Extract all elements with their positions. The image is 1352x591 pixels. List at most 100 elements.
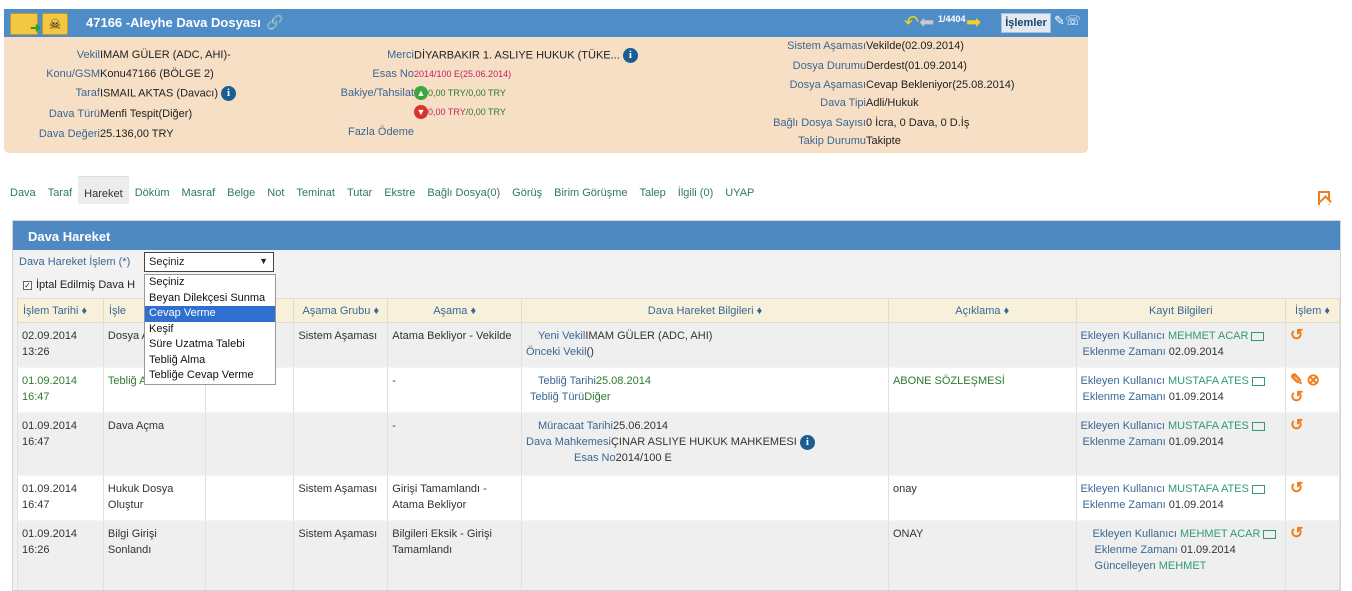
info-icon[interactable]: i: [799, 434, 815, 450]
nav-back-icons[interactable]: ↶⬅: [904, 12, 934, 32]
dava-tipi-row: Dava TipiAdli/Hukuk: [820, 97, 919, 109]
taraf-row: TarafISMAIL AKTAS (Davacı) i: [10, 86, 237, 101]
tab-12[interactable]: Birim Görüşme: [548, 176, 633, 204]
folder-export-icon[interactable]: ➜: [10, 13, 41, 35]
history-icon[interactable]: ↺: [1290, 389, 1303, 406]
history-icon[interactable]: ↺: [1290, 480, 1303, 497]
info-line: Tebliğ TürüDiğer: [530, 391, 611, 403]
dropdown-option[interactable]: Süre Uzatma Talebi: [145, 337, 275, 353]
info-icon[interactable]: i: [221, 86, 237, 101]
column-header[interactable]: İşlem Tarihi ♦: [17, 298, 104, 323]
dosya-durumu-row: Dosya DurumuDerdest(01.09.2014): [792, 60, 967, 72]
column-header[interactable]: Dava Hareket Bilgileri ♦: [521, 298, 889, 323]
page-title: 47166 -Aleyhe Dava Dosyası: [86, 15, 261, 30]
tab-15[interactable]: UYAP: [719, 176, 760, 204]
info-cell: Müracaat Tarihi25.06.2014 Dava MahkemesiÇ…: [521, 412, 889, 476]
nav-counter: 1/4404: [938, 14, 966, 24]
kayit-cell: Ekleyen Kullanıcı MEHMET ACAR Eklenme Za…: [1075, 520, 1286, 590]
info-cell: Tebliğ Tarihi25.08.2014 Tebliğ TürüDiğer: [521, 367, 889, 413]
added-time-line: Eklenme Zamanı 01.09.2014: [1082, 391, 1224, 403]
delete-icon[interactable]: ⊗: [1306, 372, 1319, 389]
dropdown-option[interactable]: Cevap Verme: [145, 306, 275, 322]
tab-5[interactable]: Belge: [221, 176, 261, 204]
header-bar: ➜ ☠ 47166 -Aleyhe Dava Dosyası 🔗 ↶⬅ 1/44…: [4, 9, 1088, 37]
column-header[interactable]: Açıklama ♦: [887, 298, 1077, 323]
fazla-odeme-row: Fazla Ödeme: [347, 126, 414, 138]
date-cell: 02.09.2014 13:26: [17, 322, 104, 368]
added-time-line: Eklenme Zamanı 01.09.2014: [1082, 499, 1224, 511]
kayit-cell: Ekleyen Kullanıcı MUSTAFA ATES Eklenme Z…: [1075, 367, 1286, 413]
iptal-checkbox[interactable]: ✓ İptal Edilmiş Dava H: [23, 279, 135, 291]
info-line: Müracaat Tarihi25.06.2014: [538, 420, 669, 432]
info-cell: Yeni VekilIMAM GÜLER (ADC, AHI) Önceki Ve…: [521, 322, 889, 368]
history-icon[interactable]: ↺: [1290, 525, 1303, 542]
tab-13[interactable]: Talep: [633, 176, 671, 204]
kayit-cell: Ekleyen Kullanıcı MUSTAFA ATES Eklenme Z…: [1075, 475, 1286, 521]
tab-10[interactable]: Bağlı Dosya(0): [421, 176, 506, 204]
empty-cell: [204, 520, 295, 590]
bakiye-row: Bakiye/Tahsilat ▲ 0,00 TRY/0,00 TRY: [340, 86, 506, 100]
tab-14[interactable]: İlgili (0): [672, 176, 719, 204]
action-cell: ↺: [1284, 475, 1340, 521]
date-cell: 01.09.2014 16:47: [17, 367, 104, 413]
info-cell: [521, 475, 889, 521]
date-cell: 01.09.2014 16:47: [17, 412, 104, 476]
mail-icon[interactable]: [1251, 484, 1265, 494]
dava-turu-row: Dava TürüMenfi Tespit(Diğer): [48, 108, 193, 120]
dropdown-option[interactable]: Tebliğ Alma: [145, 353, 275, 369]
islem-select[interactable]: Seçiniz ▼: [144, 252, 274, 272]
dropdown-option[interactable]: Seçiniz: [145, 275, 275, 291]
grup-cell: Sistem Aşaması: [293, 475, 389, 521]
dosya-asamasi-row: Dosya AşamasıCevap Bekleniyor(25.08.2014…: [789, 79, 1015, 91]
aciklama-cell: onay: [887, 475, 1077, 521]
tab-4[interactable]: Masraf: [176, 176, 222, 204]
islemler-button[interactable]: İşlemler: [1001, 13, 1051, 33]
down-arrow-icon: ▼: [414, 105, 428, 119]
info-line: Esas No2014/100 E: [574, 452, 672, 464]
panel-title: Dava Hareket: [13, 221, 1340, 250]
dropdown-option[interactable]: Tebliğe Cevap Verme: [145, 368, 275, 384]
bagli-dosya-row: Bağlı Dosya Sayısı0 İcra, 0 Dava, 0 D.İş: [773, 117, 970, 129]
tab-6[interactable]: Not: [261, 176, 290, 204]
link-icon[interactable]: 🔗: [266, 14, 283, 31]
tab-11[interactable]: Görüş: [506, 176, 548, 204]
mail-icon[interactable]: [1263, 529, 1277, 539]
select-dropdown-list: Seçiniz Beyan Dilekçesi Sunma Cevap Verme K…: [144, 274, 276, 385]
mail-icon[interactable]: [1251, 376, 1265, 386]
skull-folder-icon[interactable]: ☠: [42, 13, 68, 35]
tab-8[interactable]: Tutar: [341, 176, 378, 204]
tab-3[interactable]: Döküm: [129, 176, 176, 204]
edit-icon[interactable]: ✎: [1290, 372, 1303, 389]
next-arrow-icon[interactable]: ➡: [966, 12, 981, 32]
tab-1[interactable]: Taraf: [42, 176, 78, 204]
action-cell: ↺: [1284, 412, 1340, 476]
history-icon[interactable]: ↺: [1290, 327, 1303, 344]
history-icon[interactable]: ↺: [1290, 417, 1303, 434]
mail-icon[interactable]: [1251, 421, 1265, 431]
bookmark-icon[interactable]: [1318, 191, 1330, 205]
dropdown-option[interactable]: Beyan Dilekçesi Sunma: [145, 291, 275, 307]
tab-2[interactable]: Hareket: [78, 176, 129, 204]
empty-cell: [204, 412, 295, 476]
checkbox-icon[interactable]: ✓: [23, 281, 32, 290]
edit-phone-icons[interactable]: ✎☏: [1054, 13, 1081, 29]
column-header[interactable]: Aşama Grubu ♦: [293, 298, 389, 323]
info-icon[interactable]: i: [622, 48, 638, 63]
info-line: Yeni VekilIMAM GÜLER (ADC, AHI): [538, 330, 713, 342]
action-cell: ↺: [1284, 520, 1340, 590]
tab-7[interactable]: Teminat: [290, 176, 341, 204]
tab-0[interactable]: Dava: [4, 176, 42, 204]
column-header[interactable]: Kayıt Bilgileri: [1075, 298, 1286, 323]
grup-cell: Sistem Aşaması: [293, 520, 389, 590]
tab-9[interactable]: Ekstre: [378, 176, 421, 204]
action-cell: ✎ ⊗ ↺: [1284, 367, 1340, 413]
tahsilat-row: ▼ 0,00 TRY/0,00 TRY: [414, 105, 506, 119]
file-header: ➜ ☠ 47166 -Aleyhe Dava Dosyası 🔗 ↶⬅ 1/44…: [4, 9, 1088, 153]
mail-icon[interactable]: [1251, 331, 1265, 341]
column-header[interactable]: İşlem ♦: [1284, 298, 1340, 323]
dropdown-option[interactable]: Keşif: [145, 322, 275, 338]
date-cell: 01.09.2014 16:26: [17, 520, 104, 590]
table-row: 01.09.2014 16:47 Dava Açma - Müracaat Tar…: [17, 412, 1340, 476]
column-header[interactable]: Aşama ♦: [387, 298, 522, 323]
info-line: Önceki Vekil(): [526, 346, 594, 358]
